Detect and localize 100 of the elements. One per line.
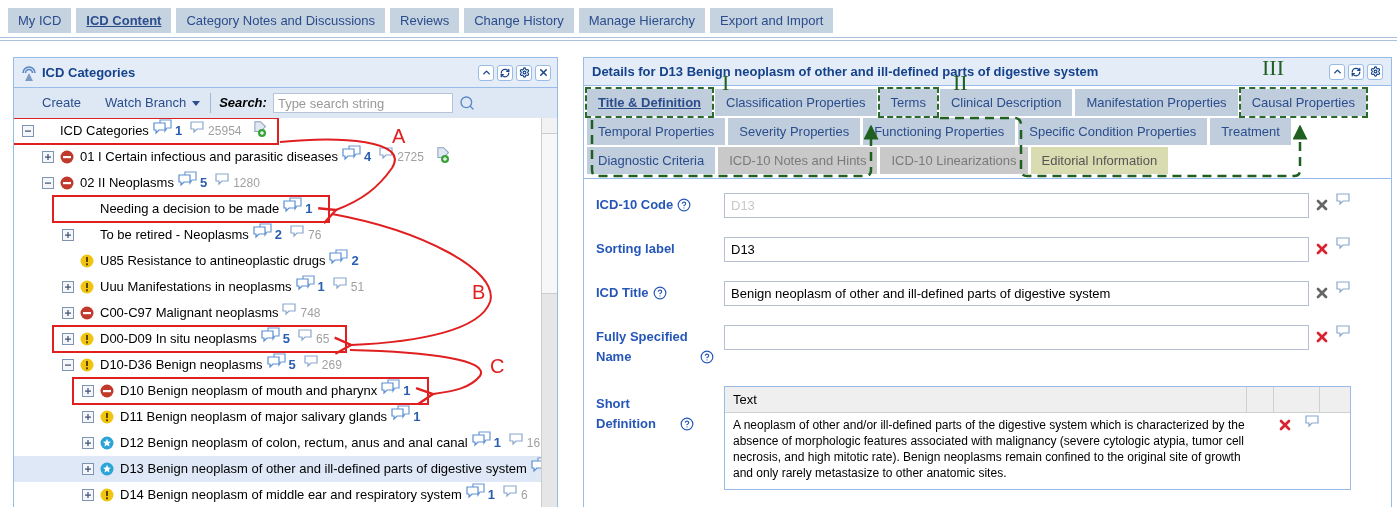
notes-count: 4 <box>364 148 372 167</box>
property-tab[interactable]: Manifestation Properties <box>1075 89 1238 116</box>
refresh-button[interactable] <box>1348 63 1364 80</box>
nav-tab[interactable]: Reviews <box>390 8 460 33</box>
property-tab[interactable]: Treatment <box>1210 118 1291 145</box>
property-tab[interactable]: Title & Definition <box>587 89 713 116</box>
nav-tab[interactable]: Change History <box>464 8 574 33</box>
notes-icon[interactable] <box>391 405 412 421</box>
tree-row[interactable]: Needing a decision to be made 1 <box>14 196 329 222</box>
tree-row[interactable]: U85 Resistance to antineoplastic drugs 2 <box>14 248 369 274</box>
threads-icon[interactable] <box>332 275 349 291</box>
comment-icon[interactable] <box>1336 323 1352 339</box>
nav-tab[interactable]: Category Notes and Discussions <box>176 8 386 33</box>
tree-row[interactable]: D00-D09 In situ neoplasms 5 65 <box>14 326 346 352</box>
help-icon[interactable] <box>680 416 694 431</box>
text-field[interactable] <box>724 325 1309 350</box>
nav-tab[interactable]: Export and Import <box>710 8 834 33</box>
tree-row[interactable]: D13 Benign neoplasm of other and ill-defined parts of digestive system <box>14 456 541 482</box>
text-field[interactable]: Benign neoplasm of other and ill-defined parts of digestive system <box>724 281 1309 306</box>
nav-tab[interactable]: My ICD <box>8 8 72 33</box>
notes-icon[interactable] <box>465 483 486 499</box>
expand-toggle-icon[interactable] <box>62 333 74 345</box>
threads-icon[interactable] <box>215 171 232 187</box>
tree-row[interactable]: D11 Benign neoplasm of major salivary glands 1 <box>14 404 431 430</box>
watch-branch-button[interactable]: Watch Branch <box>105 93 201 113</box>
notes-icon[interactable] <box>471 431 492 447</box>
threads-icon[interactable] <box>282 301 299 317</box>
property-tab[interactable]: Clinical Description <box>939 89 1073 116</box>
comment-icon[interactable] <box>1305 413 1321 429</box>
collapse-button[interactable] <box>1329 63 1345 80</box>
tree-row[interactable]: D10 Benign neoplasm of mouth and pharynx 1 <box>14 378 427 404</box>
expand-toggle-icon[interactable] <box>62 229 74 241</box>
nav-tab[interactable]: Manage Hierarchy <box>578 8 705 33</box>
expand-toggle-icon[interactable] <box>82 411 94 423</box>
create-button[interactable]: Create <box>42 93 82 113</box>
search-field[interactable]: Type search string <box>272 93 453 113</box>
text-field[interactable]: D13 <box>724 237 1309 262</box>
expand-toggle-icon[interactable] <box>82 489 94 501</box>
tree-row[interactable]: 01 I Certain infectious and parasitic diseases 4 2725 <box>14 144 454 170</box>
notes-icon[interactable] <box>266 353 287 369</box>
notes-icon[interactable] <box>283 197 304 213</box>
tree-row[interactable]: Uuu Manifestations in neoplasms 1 51 <box>14 274 375 300</box>
property-tab[interactable]: Editorial Information <box>1030 147 1169 174</box>
expand-toggle-icon[interactable] <box>82 437 94 449</box>
threads-icon[interactable] <box>298 327 315 343</box>
expand-toggle-icon[interactable] <box>82 385 94 397</box>
help-icon[interactable] <box>652 285 667 300</box>
threads-icon[interactable] <box>503 483 520 499</box>
settings-button[interactable] <box>1367 63 1383 80</box>
tree-row[interactable]: D14 Benign neoplasm of middle ear and respiratory system 1 6 <box>14 482 538 507</box>
property-tab[interactable]: Functioning Properties <box>863 118 1016 145</box>
search-icon[interactable] <box>458 95 475 111</box>
tree-row[interactable]: To be retired - Neoplasms 2 76 <box>14 222 332 248</box>
threads-icon[interactable] <box>190 119 207 135</box>
delete-icon[interactable] <box>1314 285 1330 301</box>
property-tab[interactable]: Classification Properties <box>715 89 877 116</box>
threads-icon[interactable] <box>290 223 307 239</box>
expand-toggle-icon[interactable] <box>62 281 74 293</box>
help-icon[interactable] <box>700 349 714 364</box>
expand-toggle-icon[interactable] <box>42 151 54 163</box>
nav-tab[interactable]: ICD Content <box>76 8 172 33</box>
notes-icon[interactable] <box>152 119 173 135</box>
refresh-button[interactable] <box>497 64 513 81</box>
threads-icon[interactable] <box>303 353 320 369</box>
tree-row[interactable]: D10-D36 Benign neoplasms 5 269 <box>14 352 352 378</box>
property-tab[interactable]: Terms <box>879 89 937 116</box>
delete-icon[interactable] <box>1314 241 1330 257</box>
notes-icon[interactable] <box>252 223 273 239</box>
property-tab[interactable]: Specific Condition Properties <box>1018 118 1208 145</box>
tree-row[interactable]: 02 II Neoplasms 5 1280 <box>14 170 270 196</box>
collapse-toggle-icon[interactable] <box>42 177 54 189</box>
threads-icon[interactable] <box>379 145 396 161</box>
collapse-toggle-icon[interactable] <box>62 359 74 371</box>
threads-icon[interactable] <box>508 431 525 447</box>
notes-icon[interactable] <box>177 171 198 187</box>
collapse-toggle-icon[interactable] <box>22 125 34 137</box>
delete-icon[interactable] <box>1314 329 1330 345</box>
property-tab[interactable]: Severity Properties <box>728 118 861 145</box>
collapse-button[interactable] <box>478 64 494 81</box>
category-label: 02 II Neoplasms <box>80 174 174 193</box>
notes-icon[interactable] <box>342 145 362 161</box>
comment-icon[interactable] <box>1336 191 1352 207</box>
settings-button[interactable] <box>516 64 532 81</box>
notes-icon[interactable] <box>329 249 350 265</box>
notes-icon[interactable] <box>260 327 281 343</box>
expand-toggle-icon[interactable] <box>82 463 94 475</box>
property-tab[interactable]: Causal Properties <box>1240 89 1366 116</box>
close-button[interactable] <box>535 64 551 81</box>
property-tab[interactable]: Temporal Properties <box>587 118 726 145</box>
scrollbar[interactable] <box>541 118 557 507</box>
expand-toggle-icon[interactable] <box>62 307 74 319</box>
comment-icon[interactable] <box>1336 235 1352 251</box>
tree-row[interactable]: ICD Categories 1 25954 <box>14 118 278 144</box>
property-tab[interactable]: Diagnostic Criteria <box>587 147 716 174</box>
notes-icon[interactable] <box>381 379 402 395</box>
tree-row[interactable]: D12 Benign neoplasm of colon, rectum, anus and anal canal 1 16 <box>14 430 541 456</box>
notes-icon[interactable] <box>295 275 316 291</box>
delete-icon[interactable] <box>1277 417 1293 433</box>
comment-icon[interactable] <box>1336 279 1352 295</box>
tree-row[interactable]: C00-C97 Malignant neoplasms 748 <box>14 300 331 326</box>
